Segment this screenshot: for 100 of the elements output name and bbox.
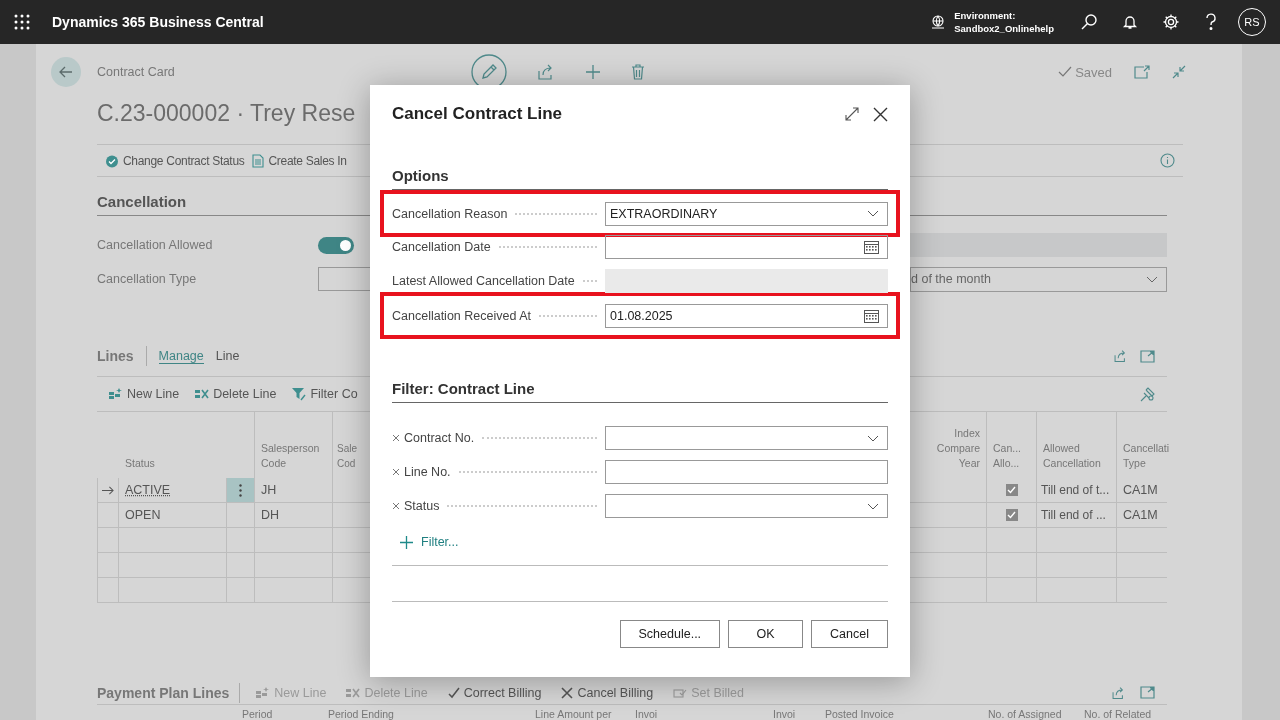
field-label: Cancellation Allowed <box>97 238 214 252</box>
info-icon[interactable] <box>1160 153 1175 168</box>
column-header[interactable]: Sale Cod <box>337 441 361 471</box>
trash-icon[interactable] <box>630 64 645 80</box>
checkbox[interactable] <box>1005 484 1018 496</box>
delete-line-icon <box>195 388 210 400</box>
checkmark-icon <box>1007 511 1016 519</box>
open-in-new-window-icon[interactable] <box>1134 65 1150 79</box>
field-label: Line No. <box>404 465 451 479</box>
table-cell: DH <box>255 503 333 528</box>
filter-icon <box>292 387 307 401</box>
correct-icon <box>447 686 460 699</box>
settings-icon[interactable] <box>1162 13 1180 31</box>
date-field[interactable] <box>605 235 888 259</box>
column-header[interactable]: Index Compare Year <box>916 426 980 471</box>
plus-icon[interactable] <box>584 64 601 80</box>
remove-filter-icon[interactable] <box>392 468 400 476</box>
back-icon[interactable] <box>51 57 81 87</box>
calendar-icon[interactable] <box>864 240 879 254</box>
dropdown-field[interactable]: EXTRAORDINARY <box>605 201 888 226</box>
share-icon[interactable] <box>1111 685 1126 700</box>
product-name: Dynamics 365 Business Central <box>52 14 264 30</box>
table-cell: Till end of ... <box>1037 503 1117 528</box>
field-label: Cancellation Received At <box>392 308 531 323</box>
help-icon[interactable] <box>1204 13 1218 31</box>
dropdown-field[interactable] <box>605 426 888 450</box>
action-button[interactable]: Create Sales In <box>248 153 351 168</box>
remove-filter-icon[interactable] <box>392 502 400 510</box>
table-cell <box>987 553 1037 578</box>
bell-icon[interactable] <box>1122 14 1138 30</box>
table-cell <box>97 528 119 553</box>
column-header[interactable]: Invoi <box>773 708 796 720</box>
billed-icon <box>673 686 688 699</box>
section-heading: Lines <box>97 348 134 364</box>
dialog-button[interactable]: Cancel <box>811 620 888 648</box>
expand-icon[interactable] <box>845 107 859 121</box>
calendar-icon[interactable] <box>864 308 879 323</box>
delete-line-icon <box>346 686 361 699</box>
column-header[interactable]: Status <box>125 456 155 471</box>
column-header[interactable]: Period <box>242 708 273 720</box>
column-header[interactable]: Line Amount per <box>535 708 612 720</box>
dropdown-field[interactable] <box>605 494 888 518</box>
checkmark-icon <box>1007 486 1016 494</box>
action-button[interactable]: Filter Co <box>286 387 364 401</box>
table-cell: CA1M <box>1117 503 1167 528</box>
date-field[interactable]: 01.08.2025 <box>605 303 888 328</box>
row-menu-button[interactable] <box>227 478 255 503</box>
column-header[interactable]: Can... Allo... <box>993 441 1030 471</box>
tab[interactable]: Manage <box>158 348 204 364</box>
input-field[interactable] <box>605 460 888 484</box>
column-header[interactable]: Cancellati Type <box>1123 441 1170 471</box>
action-button[interactable]: Correct Billing <box>441 685 548 700</box>
column-header[interactable]: Invoi <box>635 708 658 720</box>
checkmark-icon <box>1058 66 1073 78</box>
collapse-icon[interactable] <box>1172 65 1186 79</box>
share-icon[interactable] <box>1113 349 1128 363</box>
breadcrumb[interactable]: Contract Card <box>97 65 175 79</box>
plus-icon[interactable] <box>400 535 413 549</box>
add-filter-link[interactable]: Filter... <box>421 535 459 549</box>
action-button[interactable]: Change Contract Status <box>101 153 249 168</box>
chevron-down-icon <box>867 502 879 510</box>
search-icon[interactable] <box>1080 13 1098 31</box>
share-icon[interactable] <box>536 63 555 81</box>
table-cell: Till end of t... <box>1037 478 1117 503</box>
globe-icon <box>930 14 947 30</box>
field-label: Cancellation Date <box>392 240 491 254</box>
column-header[interactable]: Period Ending <box>328 708 394 720</box>
more-icon <box>239 483 242 497</box>
record-title: C.23-000002 · Trey Rese <box>97 100 356 128</box>
pin-icon[interactable] <box>1140 386 1155 402</box>
toggle-switch[interactable] <box>318 236 354 254</box>
environment-label: Environment: <box>954 9 1017 22</box>
cross-icon <box>561 686 574 699</box>
dialog-button[interactable]: Schedule... <box>619 620 721 648</box>
action-button[interactable]: New Line <box>103 387 186 401</box>
section-heading: Filter: Contract Line <box>392 380 888 403</box>
table-cell <box>227 503 255 528</box>
remove-filter-icon[interactable] <box>392 434 400 442</box>
environment-name: Sandbox2_Onlinehelp <box>954 22 1054 35</box>
field-label: Cancellation Type <box>97 272 198 286</box>
column-header[interactable]: Posted Invoice <box>825 708 894 720</box>
chevron-down-icon <box>1146 275 1158 283</box>
field-label: Latest Allowed Cancellation Date <box>392 274 575 288</box>
table-cell <box>97 578 119 603</box>
chevron-down-icon <box>867 210 879 217</box>
action-button[interactable]: Delete Line <box>189 387 283 401</box>
dialog-button[interactable]: OK <box>728 620 804 648</box>
table-cell: CA1M <box>1117 478 1167 503</box>
column-header[interactable]: No. of Related <box>1084 708 1152 720</box>
save-status: Saved <box>1075 64 1112 80</box>
column-header[interactable]: Allowed Cancellation <box>1043 441 1110 471</box>
dropdown-field[interactable]: d of the month <box>910 266 1167 292</box>
app-launcher-icon[interactable] <box>14 14 30 30</box>
chevron-down-icon <box>867 434 879 442</box>
tab[interactable]: Line <box>215 348 240 364</box>
action-button[interactable]: Cancel Billing <box>555 685 660 700</box>
column-header[interactable]: Salesperson Code <box>261 441 326 471</box>
checkbox[interactable] <box>1005 509 1018 521</box>
column-header[interactable]: No. of Assigned <box>988 708 1062 720</box>
close-icon[interactable] <box>873 106 888 122</box>
